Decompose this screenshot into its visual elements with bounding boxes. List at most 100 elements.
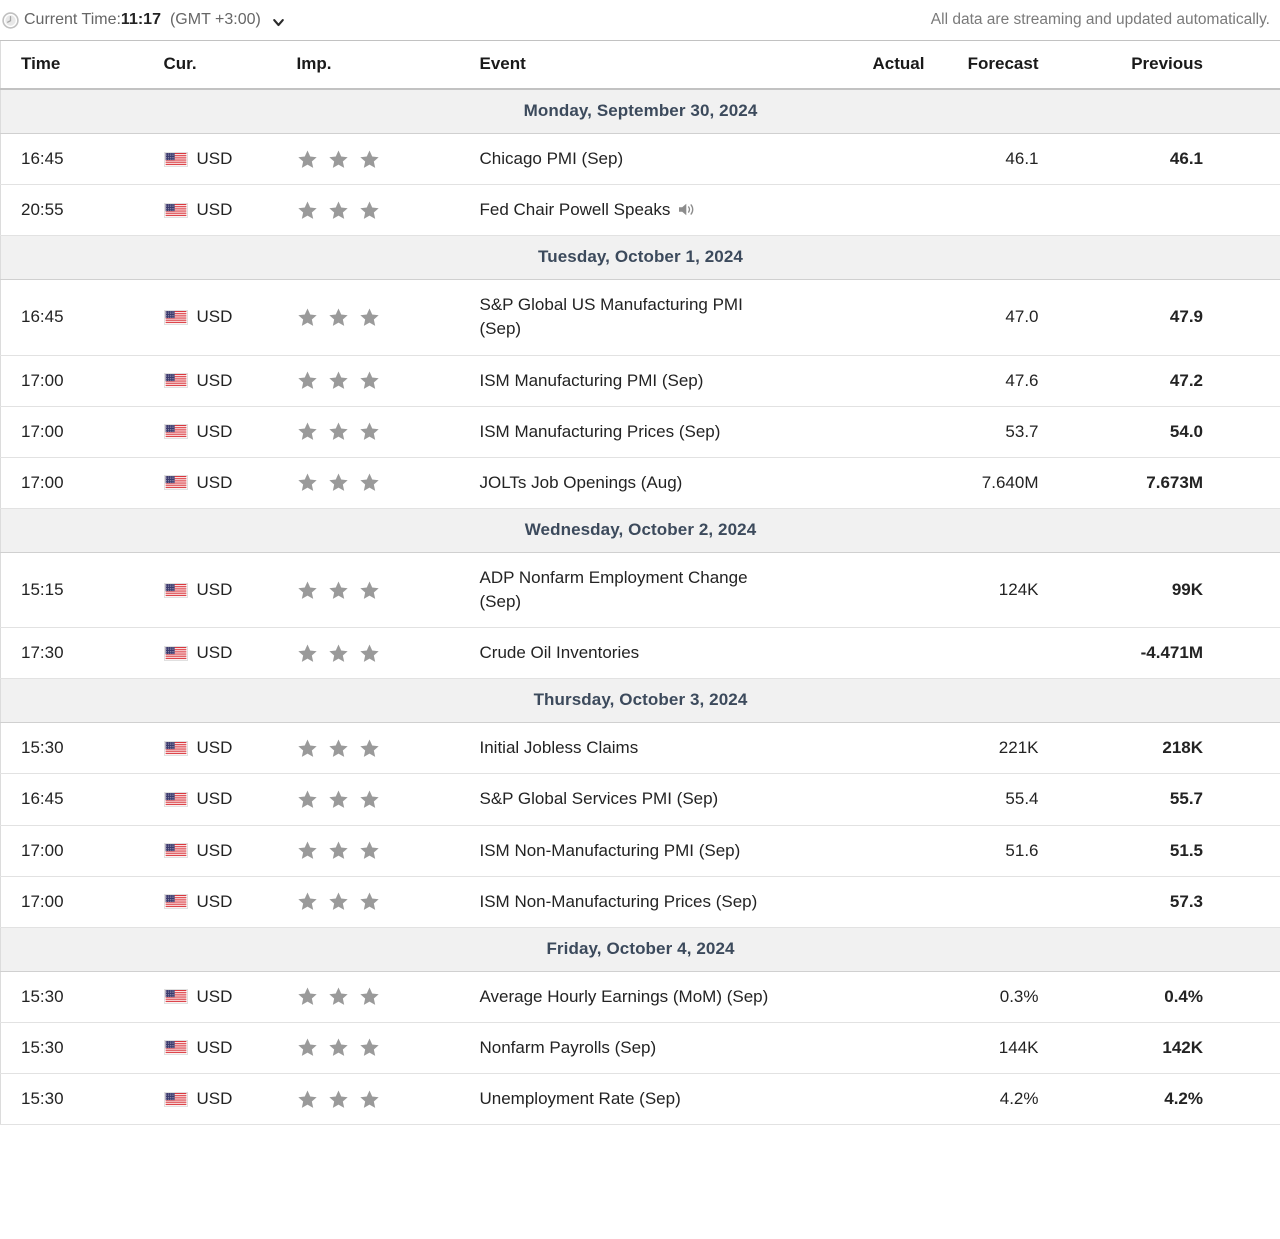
table-row[interactable]: 17:00 USD ISM Non-Manufacturing PMI (Sep) 5… xyxy=(0,825,1280,877)
event-time: 17:00 xyxy=(0,457,146,509)
event-importance[interactable] xyxy=(280,722,451,775)
table-row[interactable]: 17:00 USD ISM Manufacturing PMI (Sep) 47.6 4… xyxy=(0,355,1280,407)
event-importance[interactable] xyxy=(280,1022,451,1075)
event-name-cell[interactable]: JOLTs Job Openings (Aug) xyxy=(450,457,803,509)
us-flag-icon xyxy=(163,791,188,807)
table-row[interactable]: 17:00 USD JOLTs Job Openings (Aug) 7.640M 7.… xyxy=(0,457,1280,509)
event-name-cell[interactable]: Crude Oil Inventories xyxy=(450,627,803,680)
day-header-row: Tuesday, October 1, 2024 xyxy=(0,235,1280,281)
importance-stars xyxy=(297,421,450,442)
event-importance[interactable] xyxy=(280,457,451,509)
speaker-icon[interactable] xyxy=(678,202,696,217)
star-icon xyxy=(297,790,317,808)
currency-code: USD xyxy=(196,840,233,860)
column-header-event[interactable]: Event xyxy=(450,40,803,90)
event-importance[interactable] xyxy=(280,279,451,356)
currency-wrapper: USD xyxy=(163,840,280,861)
event-forecast: 53.7 xyxy=(932,406,1051,458)
event-time: 15:30 xyxy=(0,1073,146,1126)
table-row[interactable]: 17:00 USD ISM Non-Manufacturing Prices (Se… xyxy=(0,876,1280,928)
event-previous: 46.1 xyxy=(1050,133,1280,186)
event-importance[interactable] xyxy=(280,825,451,877)
importance-stars xyxy=(297,891,450,912)
star-icon xyxy=(297,1038,317,1057)
event-actual xyxy=(802,1073,933,1126)
event-name-cell[interactable]: S&P Global Services PMI (Sep) xyxy=(450,773,803,826)
event-name-cell[interactable]: S&P Global US Manufacturing PMI (Sep) xyxy=(450,279,803,356)
event-importance[interactable] xyxy=(280,355,451,407)
event-importance[interactable] xyxy=(280,184,451,237)
table-row[interactable]: 15:30 USD Unemployment Rate (Sep) 4.2% 4.2% xyxy=(0,1073,1280,1126)
currency-code: USD xyxy=(196,1089,233,1109)
table-row[interactable]: 16:45 USD Chicago PMI (Sep) 46.1 46.1 xyxy=(0,133,1280,186)
event-importance[interactable] xyxy=(280,1073,451,1126)
event-name-cell[interactable]: Fed Chair Powell Speaks xyxy=(450,184,803,237)
us-flag-icon xyxy=(163,582,188,598)
event-importance[interactable] xyxy=(280,552,451,629)
day-header-row: Wednesday, October 2, 2024 xyxy=(0,507,1280,553)
event-currency-cell: USD xyxy=(145,722,281,775)
event-name: S&P Global Services PMI (Sep) xyxy=(479,789,719,809)
event-name-cell[interactable]: Chicago PMI (Sep) xyxy=(450,133,803,186)
table-row[interactable]: 20:55 USD Fed Chair Powell Speaks xyxy=(0,184,1280,237)
event-previous: 4.2% xyxy=(1050,1073,1280,1126)
day-header-row: Friday, October 4, 2024 xyxy=(0,926,1280,972)
current-time-value: 11:17 xyxy=(120,11,161,28)
column-header-actual[interactable]: Actual xyxy=(802,40,933,90)
event-time: 15:15 xyxy=(0,552,146,629)
event-name-cell[interactable]: ISM Manufacturing Prices (Sep) xyxy=(450,406,803,458)
event-name-cell[interactable]: Average Hourly Earnings (MoM) (Sep) xyxy=(450,971,803,1023)
table-row[interactable]: 15:30 USD Initial Jobless Claims 221K 218K xyxy=(0,722,1280,775)
event-importance[interactable] xyxy=(280,406,451,458)
currency-wrapper: USD xyxy=(163,1038,280,1058)
table-row[interactable]: 17:00 USD ISM Manufacturing Prices (Sep) 53… xyxy=(0,406,1280,458)
table-row[interactable]: 16:45 USD S&P Global Services PMI (Sep) 55.… xyxy=(0,773,1280,826)
event-forecast: 7.640M xyxy=(932,457,1051,509)
event-name-cell[interactable]: Initial Jobless Claims xyxy=(450,722,803,775)
event-name-cell[interactable]: Unemployment Rate (Sep) xyxy=(450,1073,803,1126)
clock-icon xyxy=(2,11,19,29)
event-currency-cell: USD xyxy=(145,406,281,458)
event-name-cell[interactable]: ISM Non-Manufacturing PMI (Sep) xyxy=(450,825,803,877)
us-flag-icon xyxy=(163,843,188,859)
table-row[interactable]: 17:30 USD Crude Oil Inventories -4.471M xyxy=(0,627,1280,680)
chevron-down-icon[interactable] xyxy=(272,16,285,29)
timezone-selector[interactable]: Current Time: 11:17 (GMT +3:00) xyxy=(2,11,285,29)
event-importance[interactable] xyxy=(280,773,451,826)
event-importance[interactable] xyxy=(280,627,451,680)
column-header-previous[interactable]: Previous xyxy=(1050,40,1280,90)
event-forecast: 51.6 xyxy=(932,825,1051,877)
table-row[interactable]: 16:45 USD S&P Global US Manufacturing PMI … xyxy=(0,279,1280,356)
event-previous: 47.9 xyxy=(1050,279,1280,356)
star-icon xyxy=(328,987,348,1006)
column-header-importance[interactable]: Imp. xyxy=(280,40,451,90)
column-header-forecast[interactable]: Forecast xyxy=(932,40,1051,90)
event-importance[interactable] xyxy=(280,971,451,1023)
event-previous: 47.2 xyxy=(1050,355,1280,407)
event-actual xyxy=(802,825,933,877)
event-currency-cell: USD xyxy=(145,552,281,629)
event-name-cell[interactable]: ISM Non-Manufacturing Prices (Sep) xyxy=(450,876,803,928)
star-icon xyxy=(359,1038,379,1057)
event-name-cell[interactable]: ISM Manufacturing PMI (Sep) xyxy=(450,355,803,407)
event-currency-cell: USD xyxy=(145,1073,281,1126)
star-icon xyxy=(359,892,379,911)
event-name: Average Hourly Earnings (MoM) (Sep) xyxy=(479,986,769,1006)
event-name-cell[interactable]: ADP Nonfarm Employment Change (Sep) xyxy=(450,552,803,629)
day-header-label: Thursday, October 3, 2024 xyxy=(0,678,1280,724)
table-row[interactable]: 15:15 USD ADP Nonfarm Employment Change (S… xyxy=(0,552,1280,629)
event-previous xyxy=(1050,184,1280,237)
event-name: Chicago PMI (Sep) xyxy=(479,149,624,168)
event-name-cell[interactable]: Nonfarm Payrolls (Sep) xyxy=(450,1022,803,1075)
event-importance[interactable] xyxy=(280,876,451,928)
event-importance[interactable] xyxy=(280,133,451,186)
star-icon xyxy=(359,790,379,808)
column-header-time[interactable]: Time xyxy=(0,40,146,90)
table-row[interactable]: 15:30 USD Nonfarm Payrolls (Sep) 144K 142K xyxy=(0,1022,1280,1075)
star-icon xyxy=(328,841,348,859)
column-header-currency[interactable]: Cur. xyxy=(145,40,281,90)
importance-stars xyxy=(297,149,450,170)
table-row[interactable]: 15:30 USD Average Hourly Earnings (MoM) (S… xyxy=(0,971,1280,1023)
star-icon xyxy=(359,841,379,859)
event-actual xyxy=(802,184,933,237)
